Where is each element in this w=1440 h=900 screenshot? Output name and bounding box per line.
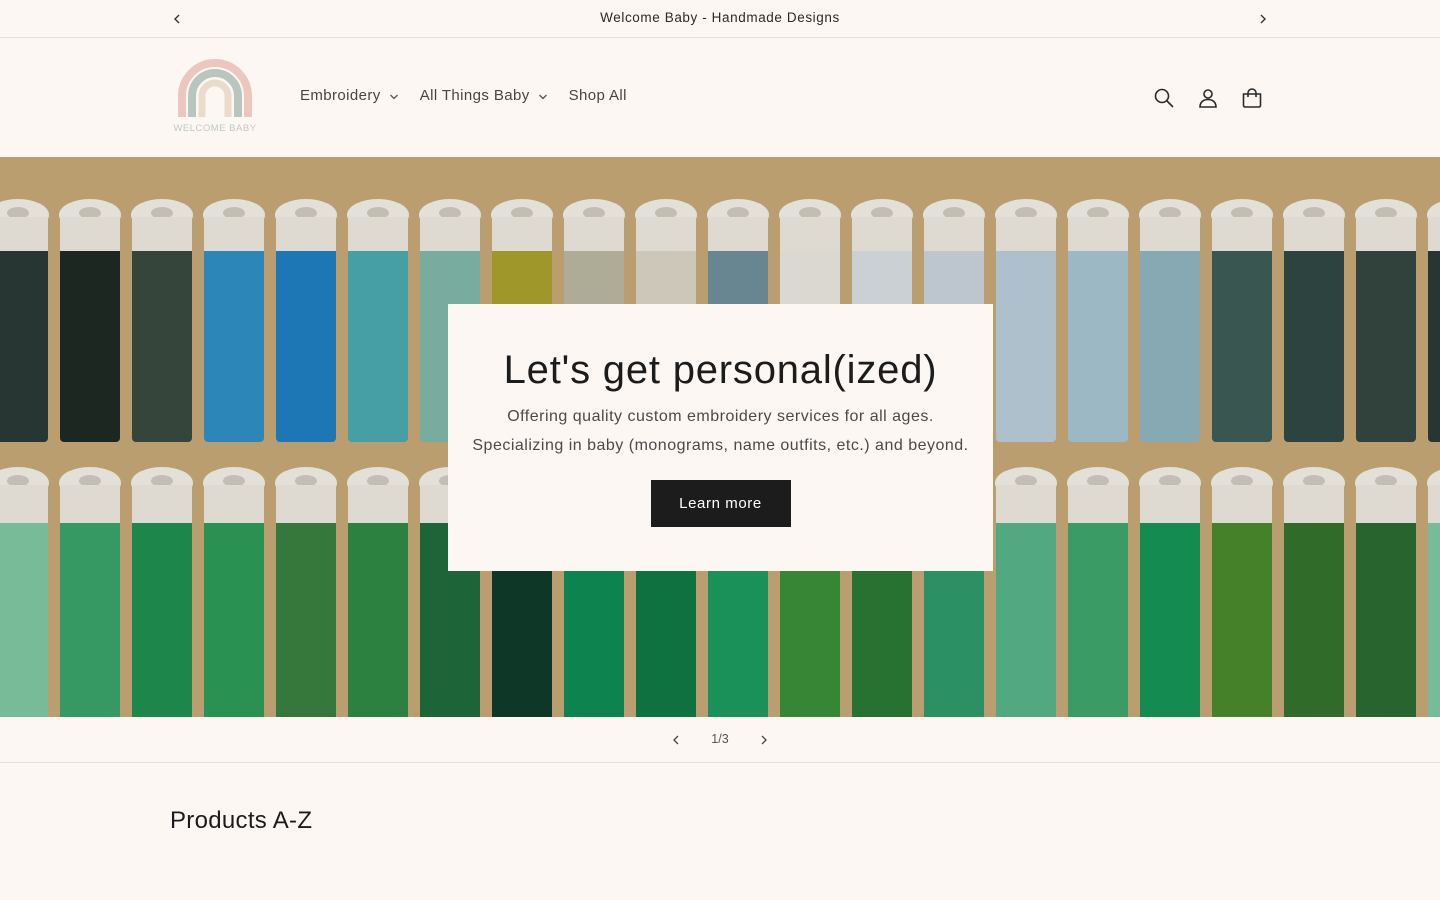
- chevron-right-icon: [1260, 14, 1266, 24]
- slideshow-controls: 1/3: [0, 717, 1440, 763]
- hero-content-box: Let's get personal(ized) Offering qualit…: [448, 304, 993, 571]
- nav-item-shop-all[interactable]: Shop All: [569, 87, 627, 104]
- cart-icon: [1242, 88, 1262, 108]
- rainbow-logo-icon: [178, 59, 252, 117]
- account-icon: [1199, 89, 1217, 108]
- announcement-next-button[interactable]: [1253, 9, 1273, 29]
- header-icons: [1142, 76, 1274, 120]
- slide-prev-button[interactable]: [665, 729, 687, 751]
- slide-next-button[interactable]: [753, 729, 775, 751]
- cart-button[interactable]: [1230, 76, 1274, 120]
- learn-more-button[interactable]: Learn more: [650, 480, 791, 527]
- announcement-bar: Welcome Baby - Handmade Designs: [0, 0, 1440, 38]
- search-button[interactable]: [1142, 76, 1186, 120]
- nav-item-label: Shop All: [568, 87, 627, 104]
- search-icon: [1154, 88, 1174, 108]
- account-button[interactable]: [1186, 76, 1230, 120]
- site-logo[interactable]: WELCOME BABY: [170, 57, 260, 139]
- hero-subtext-line-2: Specializing in baby (monograms, name ou…: [472, 437, 969, 454]
- logo-text: WELCOME BABY: [173, 123, 257, 134]
- chevron-right-icon: [761, 735, 767, 745]
- main-nav: Embroidery All Things Baby Shop All: [300, 87, 648, 104]
- products-section-title: Products A-Z: [170, 807, 313, 834]
- nav-item-label: All Things Baby: [419, 87, 530, 104]
- hero-banner: Let's get personal(ized) Offering qualit…: [0, 157, 1440, 717]
- hero-subtext-line-1: Offering quality custom embroidery servi…: [507, 408, 934, 425]
- chevron-left-icon: [673, 735, 679, 745]
- nav-item-label: Embroidery: [300, 87, 381, 104]
- chevron-down-icon: [538, 94, 547, 99]
- slide-counter: 1/3: [711, 732, 729, 746]
- hero-title: Let's get personal(ized): [503, 348, 938, 392]
- nav-item-all-things-baby[interactable]: All Things Baby: [420, 87, 548, 104]
- chevron-down-icon: [389, 94, 398, 99]
- site-header: WELCOME BABY Embroidery All Things Baby …: [0, 39, 1440, 157]
- announcement-text: Welcome Baby - Handmade Designs: [600, 10, 840, 25]
- nav-item-embroidery[interactable]: Embroidery: [300, 87, 399, 104]
